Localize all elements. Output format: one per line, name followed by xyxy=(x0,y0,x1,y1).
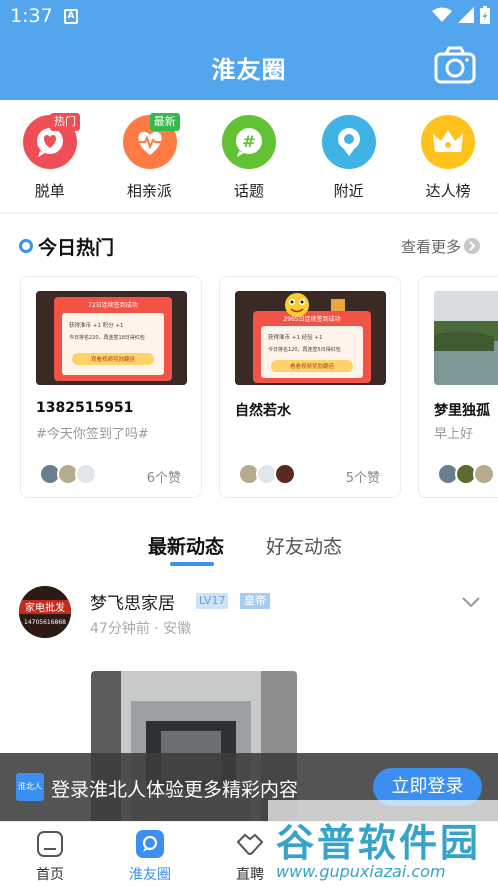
thumb-headline: 72日连续签到成功 xyxy=(88,301,138,309)
feed-tabs: 最新动态 好友动态 xyxy=(0,528,498,568)
lake-photo-thumbnail xyxy=(434,291,498,385)
post-meta: 47分钟前 · 安徽 xyxy=(90,621,192,637)
thumb-button: 看看视频奖励翻倍 xyxy=(290,362,335,370)
home-icon xyxy=(37,831,63,857)
chat-bubble-icon xyxy=(136,830,164,858)
category-label: 话题 xyxy=(233,182,264,200)
status-bar: 1:37 A xyxy=(0,0,498,32)
chevron-down-icon[interactable] xyxy=(462,596,480,608)
avatar-text: 家电批发 xyxy=(25,601,65,614)
category-nav: 热门 脱单 最新 相亲派 # 话题 附近 达人榜 xyxy=(0,100,498,212)
status-time: 1:37 xyxy=(10,5,53,27)
category-tuodan[interactable]: 热门 脱单 xyxy=(0,100,100,212)
level-badge: LV17 xyxy=(196,593,229,609)
badge-hot: 热门 xyxy=(50,113,80,131)
chevron-right-icon[interactable] xyxy=(464,238,480,254)
badge-new: 最新 xyxy=(149,113,180,131)
site-watermark: 谷普软件园 www.gupuxiazai.com xyxy=(268,800,498,887)
page-title: 淮友圈 xyxy=(211,56,287,84)
hot-cards-carousel[interactable]: 72日连续签到成功 获得淮币 +1 积分 +1 今日排名220，再连签18日得红… xyxy=(0,276,498,500)
card-author: 1382515951 xyxy=(36,400,134,416)
thumb-line1: 获得淮币 +1 经验 +1 xyxy=(268,333,322,341)
thumb-line1: 获得淮币 +1 积分 +1 xyxy=(69,321,123,329)
category-fujin[interactable]: 附近 xyxy=(299,100,399,212)
avatar xyxy=(473,463,495,485)
battery-icon xyxy=(480,6,490,24)
hot-section-header: 今日热门 查看更多 xyxy=(0,230,498,264)
like-count: 6个赞 xyxy=(146,471,181,486)
signin-screenshot-thumbnail: 2965日连续签到成功 获得淮币 +1 经验 +1 今日排名120，再连签5日得… xyxy=(235,291,386,385)
category-label: 附近 xyxy=(333,182,364,200)
section-divider xyxy=(0,212,498,214)
tab-huaiyouquan[interactable]: 淮友圈 xyxy=(100,822,200,887)
thumb-headline: 2965日连续签到成功 xyxy=(283,315,340,323)
thumb-button: 观看视频奖励翻倍 xyxy=(91,355,136,363)
signin-screenshot-thumbnail: 72日连续签到成功 获得淮币 +1 积分 +1 今日排名220，再连签18日得红… xyxy=(36,291,187,385)
liker-avatars xyxy=(39,463,97,485)
section-dot-icon xyxy=(19,239,33,253)
sim-icon: A xyxy=(64,9,78,24)
hot-card[interactable]: 梦里独孤 早上好 xyxy=(418,276,498,498)
card-author: 梦里独孤 xyxy=(434,403,490,419)
tab-friends[interactable]: 好友动态 xyxy=(266,532,342,559)
tab-label: 淮友圈 xyxy=(129,867,171,883)
tab-latest[interactable]: 最新动态 xyxy=(148,532,224,559)
rank-badge: 皇帝 xyxy=(240,593,270,609)
handshake-icon xyxy=(236,833,264,855)
location-pin-icon xyxy=(321,115,376,169)
login-prompt: 登录淮北人体验更多精彩内容 xyxy=(51,779,299,801)
hot-card[interactable]: 2965日连续签到成功 获得淮币 +1 经验 +1 今日排名120，再连签5日得… xyxy=(219,276,401,498)
post-username[interactable]: 梦飞思家居 xyxy=(90,589,175,614)
category-label: 相亲派 xyxy=(126,182,172,200)
avatar-phone: 14705616868 xyxy=(24,619,66,626)
like-count: 5个赞 xyxy=(345,471,380,486)
wifi-icon xyxy=(432,7,452,22)
avatar[interactable]: 家电批发 14705616868 xyxy=(19,586,71,638)
watermark-title: 谷普软件园 xyxy=(276,821,482,865)
system-icons xyxy=(432,6,490,24)
liker-avatars xyxy=(437,463,495,485)
camera-icon[interactable] xyxy=(434,46,476,84)
category-label: 脱单 xyxy=(34,182,65,200)
hot-section-title: 今日热门 xyxy=(38,237,115,259)
tab-label: 首页 xyxy=(36,867,64,883)
category-huati[interactable]: # 话题 xyxy=(199,100,299,212)
crown-icon xyxy=(421,115,476,169)
thumb-line2: 今日排名220，再连签18日得红包 xyxy=(69,334,145,341)
watermark-url: www.gupuxiazai.com xyxy=(276,862,446,881)
view-more-link[interactable]: 查看更多 xyxy=(401,236,461,257)
app-logo: 淮北人 xyxy=(16,773,44,801)
card-excerpt: #今天你签到了吗# xyxy=(36,427,149,442)
tab-home[interactable]: 首页 xyxy=(0,822,100,887)
card-author: 自然若水 xyxy=(235,403,291,419)
liker-avatars xyxy=(238,463,296,485)
category-label: 达人榜 xyxy=(425,182,471,200)
signal-icon xyxy=(458,7,474,23)
active-tab-indicator xyxy=(170,562,214,566)
category-xiangqinpai[interactable]: 最新 相亲派 xyxy=(100,100,200,212)
category-darenbang[interactable]: 达人榜 xyxy=(398,100,498,212)
thumb-line2: 今日排名120，再连签5日得红包 xyxy=(268,346,341,353)
avatar xyxy=(274,463,296,485)
hot-card[interactable]: 72日连续签到成功 获得淮币 +1 积分 +1 今日排名220，再连签18日得红… xyxy=(20,276,202,498)
card-excerpt: 早上好 xyxy=(434,427,474,442)
svg-text:#: # xyxy=(242,132,255,151)
hashtag-icon: # xyxy=(222,115,277,169)
avatar xyxy=(75,463,97,485)
app-header: 淮友圈 xyxy=(0,32,498,100)
